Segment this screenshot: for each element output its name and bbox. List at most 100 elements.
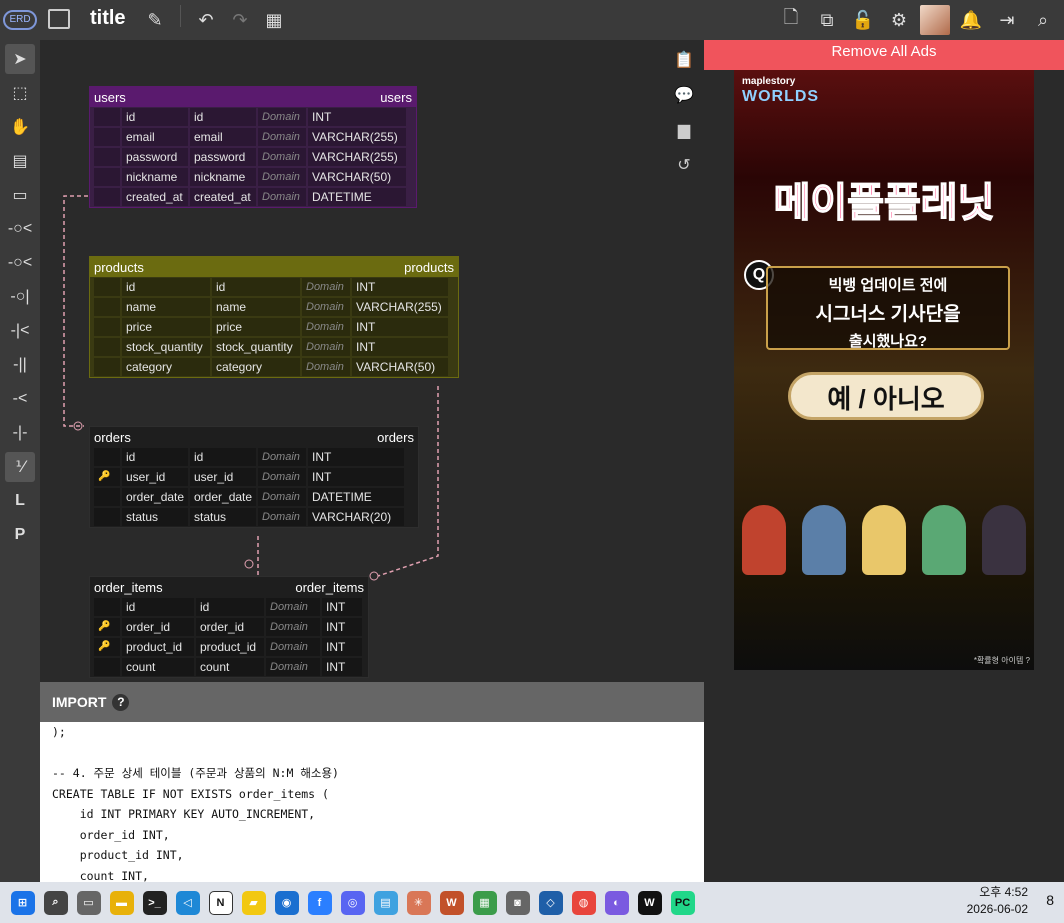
column-logical[interactable]: id — [190, 108, 256, 126]
column-type[interactable]: DATETIME — [308, 488, 404, 506]
column-domain[interactable]: Domain — [266, 638, 320, 656]
column-logical[interactable]: category — [212, 358, 300, 376]
pencil-icon[interactable]: ✎ — [140, 5, 170, 35]
app-icon-purple[interactable]: ◐ — [604, 890, 629, 915]
column-name[interactable]: nickname — [122, 168, 188, 186]
column-type[interactable]: VARCHAR(50) — [308, 168, 406, 186]
column-domain[interactable]: Domain — [266, 598, 320, 616]
help-icon[interactable]: ? — [112, 693, 130, 711]
column-type[interactable]: INT — [308, 448, 404, 466]
column-row[interactable]: name name Domain VARCHAR(255) — [90, 297, 458, 317]
bell-icon[interactable]: 🔔 — [956, 5, 986, 35]
app-icon-w[interactable]: W — [439, 890, 464, 915]
column-logical[interactable]: created_at — [190, 188, 256, 206]
discord-icon[interactable]: ◎ — [340, 890, 365, 915]
column-row[interactable]: count count Domain INT — [90, 657, 368, 677]
column-domain[interactable]: Domain — [258, 468, 306, 486]
column-domain[interactable]: Domain — [302, 318, 350, 336]
notification-icon[interactable]: 8 — [1046, 892, 1054, 908]
column-logical[interactable]: id — [212, 278, 300, 296]
windows-start-icon[interactable]: ⊞ — [10, 890, 35, 915]
login-icon[interactable]: ⇥ — [992, 5, 1022, 35]
column-logical[interactable]: id — [190, 448, 256, 466]
column-domain[interactable]: Domain — [258, 448, 306, 466]
column-type[interactable]: VARCHAR(255) — [308, 148, 406, 166]
file-explorer-icon[interactable]: ▬ — [109, 890, 134, 915]
undo-icon[interactable]: ↶ — [191, 5, 221, 35]
column-name[interactable]: price — [122, 318, 210, 336]
pointer-icon[interactable]: ➤ — [5, 44, 35, 74]
sql-editor[interactable]: ); -- 4. 주문 상세 테이블 (주문과 상품의 N:M 해소용) CRE… — [40, 722, 704, 882]
table-comment[interactable]: order_items — [295, 580, 364, 595]
column-name[interactable]: id — [122, 448, 188, 466]
camera-icon[interactable]: ◙ — [505, 890, 530, 915]
table-header[interactable]: users users — [90, 87, 416, 107]
table-header[interactable]: products products — [90, 257, 458, 277]
table-products[interactable]: products products id id Domain INT name name Do… — [89, 256, 459, 378]
zero-one-n-icon[interactable]: -○< — [5, 214, 35, 244]
column-domain[interactable]: Domain — [258, 128, 306, 146]
column-name[interactable]: name — [122, 298, 210, 316]
column-type[interactable]: INT — [322, 658, 362, 676]
table-orders[interactable]: orders orders id id Domain INT 🔑 user_id user_i… — [89, 426, 419, 528]
column-domain[interactable]: Domain — [302, 338, 350, 356]
column-logical[interactable]: product_id — [196, 638, 264, 656]
column-domain[interactable]: Domain — [266, 618, 320, 636]
import-bar[interactable]: IMPORT ? — [40, 682, 704, 722]
photos-icon[interactable]: ▦ — [472, 890, 497, 915]
column-row[interactable]: category category Domain VARCHAR(50) — [90, 357, 458, 377]
erd-canvas[interactable]: users users id id Domain INT email email Domain… — [40, 40, 664, 682]
column-type[interactable]: VARCHAR(20) — [308, 508, 404, 526]
sd-icon[interactable]: ▆ — [669, 115, 699, 145]
ad-answer-button[interactable]: 예 / 아니오 — [788, 372, 984, 420]
column-name[interactable]: user_id — [122, 468, 188, 486]
search-icon[interactable]: ⌕ — [43, 890, 68, 915]
sticky-notes-icon[interactable]: ▰ — [241, 890, 266, 915]
column-logical[interactable]: user_id — [190, 468, 256, 486]
app-icon-f[interactable]: f — [307, 890, 332, 915]
column-domain[interactable]: Domain — [258, 508, 306, 526]
column-domain[interactable]: Domain — [258, 108, 306, 126]
erd-logo[interactable]: ERD — [0, 0, 40, 40]
column-domain[interactable]: Domain — [258, 148, 306, 166]
maps-icon[interactable]: ◉ — [274, 890, 299, 915]
column-logical[interactable]: nickname — [190, 168, 256, 186]
avatar[interactable] — [920, 5, 950, 35]
column-logical[interactable]: order_id — [196, 618, 264, 636]
column-row[interactable]: id id Domain INT — [90, 597, 368, 617]
column-logical[interactable]: price — [212, 318, 300, 336]
column-type[interactable]: INT — [322, 598, 362, 616]
column-type[interactable]: INT — [352, 278, 448, 296]
table-icon[interactable]: ▤ — [5, 146, 35, 176]
column-domain[interactable]: Domain — [258, 488, 306, 506]
l-icon[interactable]: L — [5, 486, 35, 516]
grid-icon[interactable]: ▦ — [259, 5, 289, 35]
table-comment[interactable]: users — [380, 90, 412, 105]
table-name[interactable]: products — [94, 260, 144, 275]
column-logical[interactable]: email — [190, 128, 256, 146]
column-name[interactable]: created_at — [122, 188, 188, 206]
column-name[interactable]: id — [122, 108, 188, 126]
column-domain[interactable]: Domain — [258, 168, 306, 186]
column-domain[interactable]: Domain — [302, 298, 350, 316]
table-header[interactable]: order_items order_items — [90, 577, 368, 597]
column-name[interactable]: status — [122, 508, 188, 526]
column-type[interactable]: INT — [322, 618, 362, 636]
new-file-icon[interactable]: 🗋 — [776, 5, 806, 35]
ad-banner[interactable]: maplestory WORLDS 메이플플래닛 Q 빅뱅 업데이트 전에 시그… — [734, 70, 1034, 670]
table-name[interactable]: users — [94, 90, 126, 105]
table-comment[interactable]: orders — [377, 430, 414, 445]
n-only-icon[interactable]: -< — [5, 384, 35, 414]
one-n-icon[interactable]: -|< — [5, 316, 35, 346]
pycharm-icon[interactable]: PC — [670, 890, 695, 915]
column-row[interactable]: stock_quantity stock_quantity Domain INT — [90, 337, 458, 357]
column-name[interactable]: order_date — [122, 488, 188, 506]
column-row[interactable]: id id Domain INT — [90, 447, 418, 467]
select-area-icon[interactable]: ⬚ — [5, 78, 35, 108]
one-only-icon[interactable]: -|| — [5, 350, 35, 380]
column-row[interactable]: nickname nickname Domain VARCHAR(50) — [90, 167, 416, 187]
column-logical[interactable]: status — [190, 508, 256, 526]
column-logical[interactable]: count — [196, 658, 264, 676]
table-order-items[interactable]: order_items order_items id id Domain INT 🔑 ord… — [89, 576, 369, 678]
zero-n-icon[interactable]: -○< — [5, 248, 35, 278]
